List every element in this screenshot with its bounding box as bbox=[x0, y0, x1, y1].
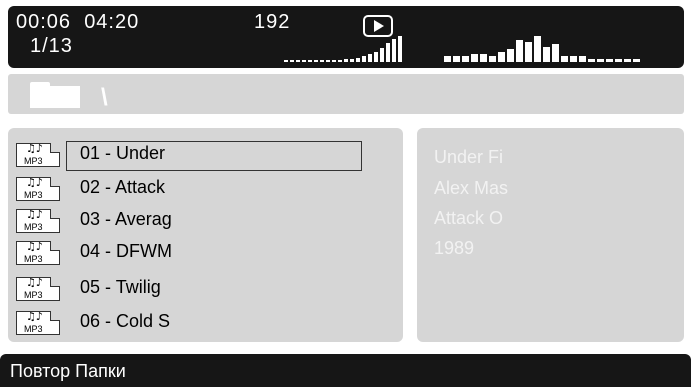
vu-bar bbox=[453, 56, 460, 62]
track-name: 03 - Averag bbox=[80, 209, 172, 229]
vu-bar bbox=[525, 42, 532, 62]
vu-bar bbox=[326, 60, 330, 62]
vu-bar bbox=[471, 54, 478, 62]
vu-bar bbox=[507, 49, 514, 62]
vu-bar bbox=[398, 36, 402, 62]
vu-bar bbox=[534, 36, 541, 62]
vu-bar bbox=[561, 56, 568, 62]
time-display: 00:06 04:20 bbox=[16, 11, 139, 34]
track-item[interactable]: ♫♪ MP3 05 - Twilig bbox=[16, 275, 356, 303]
mp3-file-icon: ♫♪ MP3 bbox=[16, 209, 60, 233]
info-title: Under Fi bbox=[434, 147, 504, 167]
track-name: 04 - DFWM bbox=[80, 241, 172, 261]
vu-bar bbox=[624, 59, 631, 62]
info-album: Attack O bbox=[434, 208, 504, 228]
vu-bar bbox=[290, 60, 294, 62]
vu-bar bbox=[314, 60, 318, 62]
mp3-file-icon: ♫♪ MP3 bbox=[16, 241, 60, 265]
status-bar: Повтор Папки bbox=[0, 354, 691, 387]
vu-bar bbox=[302, 60, 306, 62]
vu-bar bbox=[615, 59, 622, 62]
vu-bar bbox=[570, 56, 577, 62]
vu-bar bbox=[362, 56, 366, 62]
vu-bar bbox=[444, 56, 451, 62]
bitrate: 192 bbox=[254, 11, 291, 33]
mp3-file-icon: ♫♪ MP3 bbox=[16, 277, 60, 301]
play-icon[interactable] bbox=[363, 15, 393, 37]
vu-bar bbox=[579, 56, 586, 62]
info-artist: Alex Mas bbox=[434, 178, 509, 198]
vu-bar bbox=[374, 52, 378, 62]
vu-bar bbox=[380, 48, 384, 62]
mp3-file-icon: ♫♪ MP3 bbox=[16, 177, 60, 201]
vu-bar bbox=[392, 39, 396, 62]
vu-bar bbox=[320, 60, 324, 62]
track-item[interactable]: ♫♪ MP3 04 - DFWM bbox=[16, 239, 356, 267]
vu-bar bbox=[480, 54, 487, 62]
vu-bar bbox=[543, 47, 550, 62]
vu-bar bbox=[498, 52, 505, 62]
repeat-mode-label[interactable]: Повтор Папки bbox=[10, 361, 126, 382]
track-list: ♫♪ MP3 01 - Under ♫♪ MP3 02 - Attack ♫♪ MP3… bbox=[8, 128, 403, 342]
track-info-panel: Under Fi Alex Mas Attack O 1989 bbox=[417, 128, 684, 342]
folder-icon[interactable] bbox=[30, 82, 80, 108]
vu-bar bbox=[462, 56, 469, 62]
vu-bar bbox=[308, 60, 312, 62]
vu-bar bbox=[606, 59, 613, 62]
vu-bar bbox=[284, 60, 288, 62]
track-name: 01 - Under bbox=[80, 143, 166, 163]
vu-bar bbox=[588, 59, 595, 62]
vu-bar bbox=[597, 59, 604, 62]
vu-meter-left bbox=[284, 36, 418, 62]
track-name: 05 - Twilig bbox=[80, 277, 161, 297]
vu-bar bbox=[552, 44, 559, 62]
track-item[interactable]: ♫♪ MP3 01 - Under bbox=[16, 141, 362, 171]
info-year: 1989 bbox=[434, 238, 475, 258]
mp3-file-icon: ♫♪ MP3 bbox=[16, 143, 60, 167]
playback-status-bar: 00:06 04:20 1/13 192 bbox=[8, 6, 684, 68]
current-path: \ bbox=[101, 84, 108, 111]
vu-bar bbox=[386, 43, 390, 62]
vu-meter-right bbox=[444, 36, 644, 62]
vu-bar bbox=[338, 60, 342, 62]
vu-bar bbox=[350, 59, 354, 62]
mp3-file-icon: ♫♪ MP3 bbox=[16, 311, 60, 335]
track-name: 02 - Attack bbox=[80, 177, 166, 197]
vu-bar bbox=[344, 59, 348, 62]
vu-bar bbox=[633, 59, 640, 62]
path-bar: \ bbox=[8, 74, 684, 114]
vu-bar bbox=[356, 58, 360, 62]
elapsed-time: 00:06 bbox=[16, 11, 72, 33]
track-name: 06 - Cold S bbox=[80, 311, 171, 331]
track-item[interactable]: ♫♪ MP3 02 - Attack bbox=[16, 175, 356, 203]
vu-bar bbox=[332, 60, 336, 62]
vu-bar bbox=[489, 56, 496, 62]
track-item[interactable]: ♫♪ MP3 06 - Cold S bbox=[16, 309, 356, 337]
track-item[interactable]: ♫♪ MP3 03 - Averag bbox=[16, 207, 356, 235]
vu-bar bbox=[368, 54, 372, 62]
total-time: 04:20 bbox=[84, 11, 140, 33]
vu-bar bbox=[516, 40, 523, 62]
track-position: 1/13 bbox=[30, 35, 73, 57]
vu-bar bbox=[296, 60, 300, 62]
